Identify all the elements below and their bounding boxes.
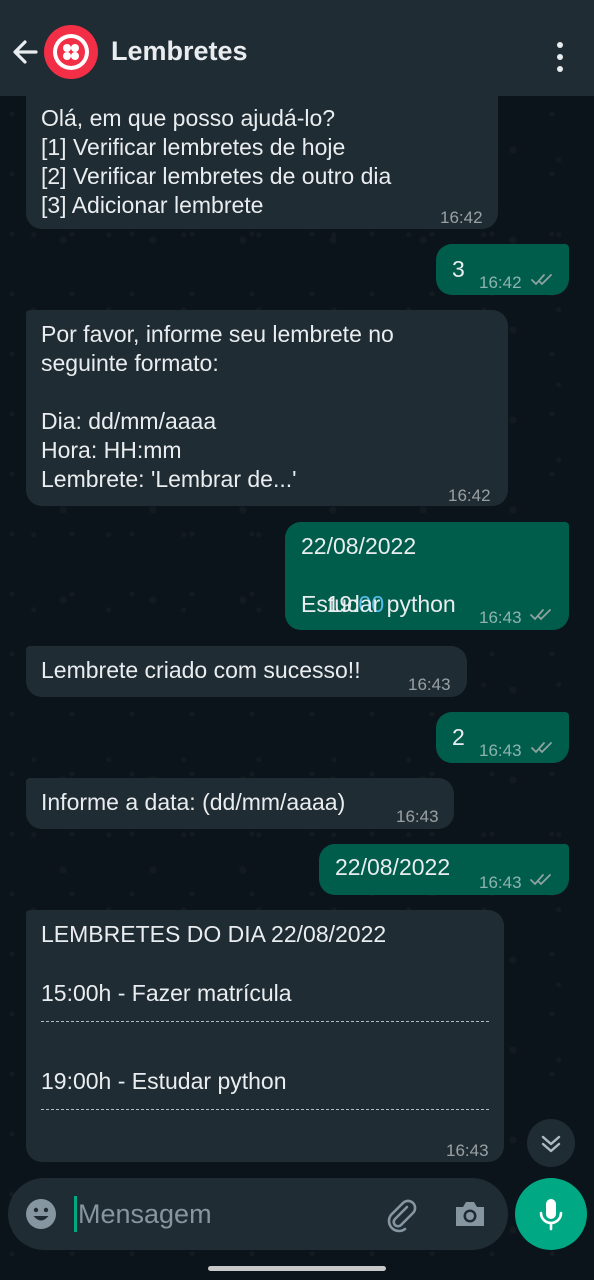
scroll-to-bottom-button[interactable] [527, 1119, 575, 1167]
message-time: 16:43 [479, 873, 522, 892]
camera-icon [456, 1202, 484, 1226]
more-vert-icon [548, 34, 572, 72]
text-cursor [74, 1196, 77, 1232]
message-time: 16:43 [479, 741, 522, 760]
paperclip-icon [387, 1199, 417, 1233]
microphone-button[interactable] [515, 1178, 587, 1250]
reminder-item: 15:00h - Fazer matrícula [41, 980, 292, 1006]
message-text: Lembrete criado com sucesso!! [41, 657, 361, 683]
divider [41, 1109, 489, 1110]
avatar[interactable] [44, 25, 98, 79]
message-text: Olá, em que posso ajudá-lo? [1] Verifica… [41, 105, 392, 218]
double-check-icon [531, 742, 552, 754]
message-time: 16:43 [408, 675, 451, 694]
message-incoming[interactable]: LEMBRETES DO DIA 22/08/2022 15:00h - Faz… [26, 910, 504, 1162]
message-input[interactable] [78, 1196, 368, 1232]
chevron-double-down-icon [541, 1135, 561, 1153]
message-incoming[interactable]: Olá, em que posso ajudá-lo? [1] Verifica… [26, 80, 498, 229]
message-line-text: Estudar python [301, 591, 456, 617]
emoji-icon [26, 1199, 56, 1229]
composer-bar [8, 1178, 508, 1250]
message-incoming[interactable]: Por favor, informe seu lembrete no segui… [26, 310, 508, 506]
camera-button[interactable] [452, 1197, 488, 1231]
reminders-heading: LEMBRETES DO DIA 22/08/2022 [41, 921, 387, 947]
emoji-button[interactable] [24, 1197, 58, 1231]
double-check-icon [531, 274, 552, 286]
avatar-logo [53, 34, 89, 70]
message-time: 16:43 [446, 1141, 489, 1160]
message-outgoing[interactable]: 22/08/2022 19:00 Estudar python 16:43 [285, 522, 569, 630]
message-time: 16:43 [479, 608, 522, 627]
message-text: Informe a data: (dd/mm/aaaa) [41, 789, 346, 815]
message-outgoing[interactable]: 3 16:42 [436, 244, 569, 295]
message-outgoing[interactable]: 2 16:43 [436, 712, 569, 763]
message-line-date: 22/08/2022 [301, 533, 417, 559]
message-text: 2 [452, 724, 465, 750]
double-check-icon [530, 609, 551, 621]
chat-title[interactable]: Lembretes [111, 36, 248, 67]
microphone-icon [539, 1199, 563, 1231]
menu-button[interactable] [548, 34, 572, 74]
message-incoming[interactable]: Informe a data: (dd/mm/aaaa) 16:43 [26, 778, 454, 829]
message-time: 16:43 [396, 807, 439, 826]
home-indicator[interactable] [208, 1266, 386, 1271]
message-text: 22/08/2022 [335, 854, 451, 880]
message-incoming[interactable]: Lembrete criado com sucesso!! 16:43 [26, 646, 467, 697]
attach-button[interactable] [382, 1195, 420, 1233]
double-check-icon [530, 874, 551, 886]
divider [41, 1021, 489, 1022]
back-arrow-icon [13, 40, 38, 64]
message-text: 3 [452, 256, 465, 282]
message-time: 16:42 [440, 208, 483, 227]
back-button[interactable] [8, 32, 44, 72]
message-outgoing[interactable]: 22/08/2022 16:43 [319, 844, 569, 895]
message-text: Por favor, informe seu lembrete no segui… [41, 321, 394, 492]
message-time: 16:42 [479, 273, 522, 292]
reminder-item: 19:00h - Estudar python [41, 1068, 287, 1094]
message-time: 16:42 [448, 486, 491, 505]
